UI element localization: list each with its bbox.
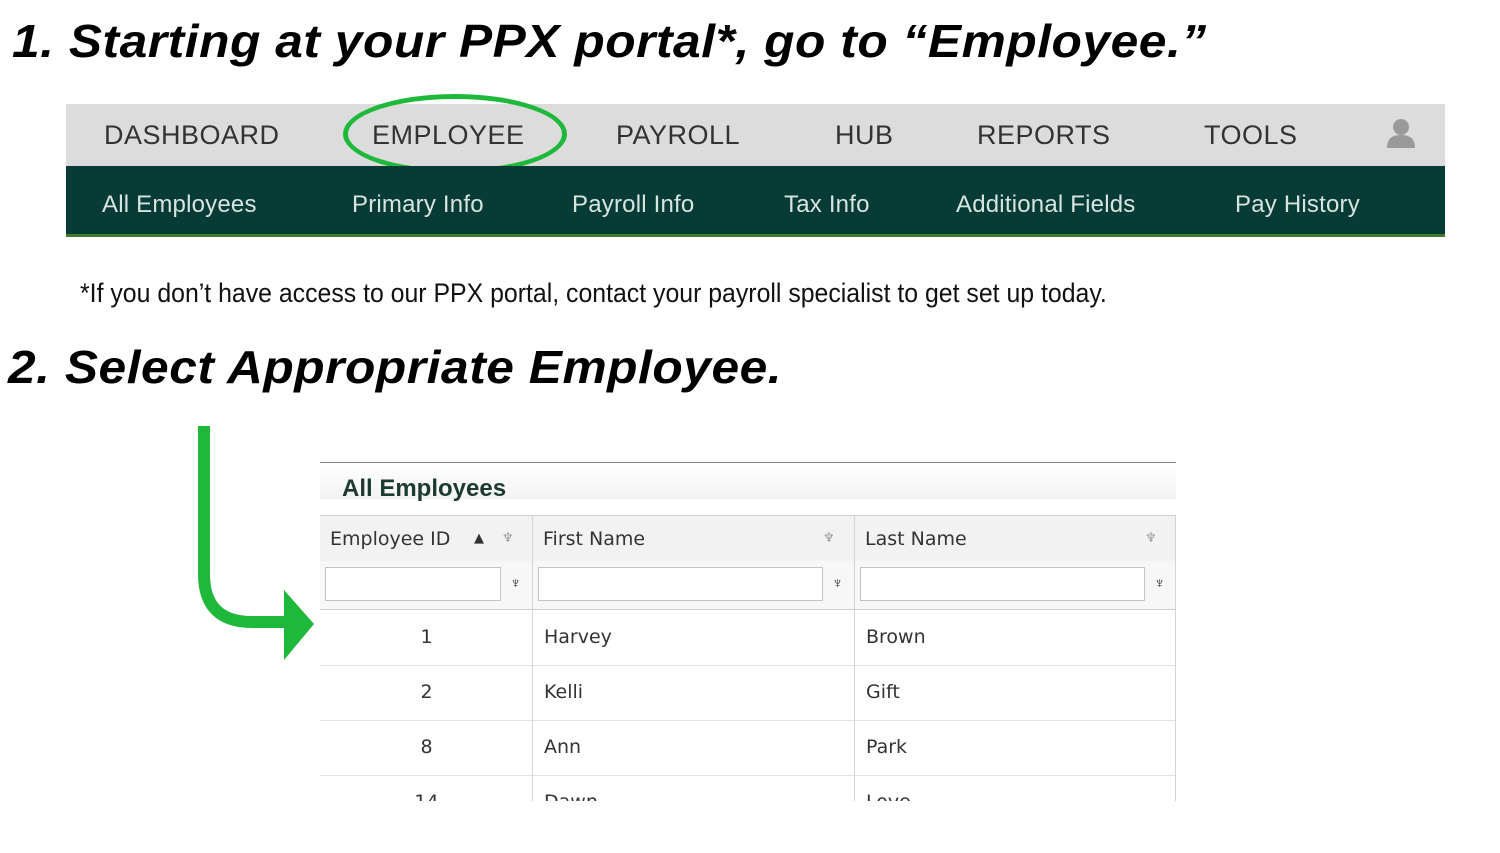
grid-filter-row: ♆ ♆ ♆ <box>320 561 1176 610</box>
subnav-pay-history[interactable]: Pay History <box>1235 166 1360 234</box>
subnav-primary-info[interactable]: Primary Info <box>352 166 484 234</box>
cell-employee-id: 14 <box>320 775 533 801</box>
cell-last-name: Gift <box>866 681 900 703</box>
subnav-payroll-info[interactable]: Payroll Info <box>572 166 694 234</box>
column-header-last-name[interactable]: Last Name ♆ <box>855 516 1176 562</box>
table-row[interactable]: 14 Dawn Love <box>320 775 1176 801</box>
filter-input-employee-id[interactable] <box>325 567 501 601</box>
subnav-tax-info[interactable]: Tax Info <box>784 166 870 234</box>
column-divider <box>854 515 855 801</box>
sub-nav: All Employees Primary Info Payroll Info … <box>66 166 1445 237</box>
filter-icon[interactable]: ♆ <box>823 516 835 562</box>
user-icon[interactable] <box>1384 116 1418 150</box>
filter-icon[interactable]: ♆ <box>502 516 514 562</box>
column-label-first-name: First Name <box>543 528 646 550</box>
filter-icon[interactable]: ♆ <box>1145 516 1157 562</box>
cell-last-name: Park <box>866 736 908 758</box>
column-divider <box>532 515 533 801</box>
nav-reports[interactable]: REPORTS <box>977 104 1111 166</box>
table-row[interactable]: 2 Kelli Gift <box>320 665 1176 721</box>
cell-first-name: Dawn <box>544 775 598 801</box>
nav-hub[interactable]: HUB <box>835 104 894 166</box>
nav-dashboard[interactable]: DASHBOARD <box>104 104 280 166</box>
filter-icon[interactable]: ♆ <box>832 575 843 592</box>
cell-first-name: Ann <box>544 736 582 758</box>
filter-icon[interactable]: ♆ <box>1154 575 1165 592</box>
nav-tools[interactable]: TOOLS <box>1204 104 1298 166</box>
column-label-employee-id: Employee ID <box>330 528 451 550</box>
step-2-heading: 2. Select Appropriate Employee. <box>8 341 783 393</box>
column-divider <box>1175 515 1176 801</box>
subnav-additional-fields[interactable]: Additional Fields <box>956 166 1136 234</box>
cell-last-name: Brown <box>866 626 926 648</box>
arrow-icon <box>198 426 314 660</box>
cell-last-name: Love <box>866 775 911 801</box>
filter-icon[interactable]: ♆ <box>510 575 521 592</box>
filter-input-first-name[interactable] <box>538 567 823 601</box>
subnav-all-employees[interactable]: All Employees <box>102 166 257 234</box>
grid-title: All Employees <box>342 475 507 502</box>
grid-title-bar: All Employees <box>320 463 1176 502</box>
employee-grid: All Employees Employee ID ▲ ♆ First Name… <box>320 462 1176 801</box>
filter-input-last-name[interactable] <box>860 567 1145 601</box>
grid-header-row: Employee ID ▲ ♆ First Name ♆ Last Name ♆ <box>320 515 1176 563</box>
top-nav: DASHBOARD EMPLOYEE PAYROLL HUB REPORTS T… <box>66 104 1445 167</box>
column-header-first-name[interactable]: First Name ♆ <box>533 516 855 562</box>
step-1-heading: 1. Starting at your PPX portal*, go to “… <box>12 15 1207 67</box>
cell-first-name: Kelli <box>544 681 584 703</box>
column-label-last-name: Last Name <box>865 528 967 550</box>
sort-ascending-icon[interactable]: ▲ <box>474 516 484 562</box>
cell-employee-id: 2 <box>420 681 433 703</box>
employee-highlight-circle <box>343 94 567 174</box>
cell-employee-id: 8 <box>420 736 433 758</box>
cell-first-name: Harvey <box>544 626 612 648</box>
footnote: *If you don’t have access to our PPX por… <box>80 278 1107 308</box>
table-row[interactable]: 8 Ann Park <box>320 720 1176 776</box>
table-row[interactable]: 1 Harvey Brown <box>320 610 1176 666</box>
nav-payroll[interactable]: PAYROLL <box>616 104 740 166</box>
column-header-employee-id[interactable]: Employee ID ▲ ♆ <box>320 516 533 562</box>
cell-employee-id: 1 <box>420 626 433 648</box>
